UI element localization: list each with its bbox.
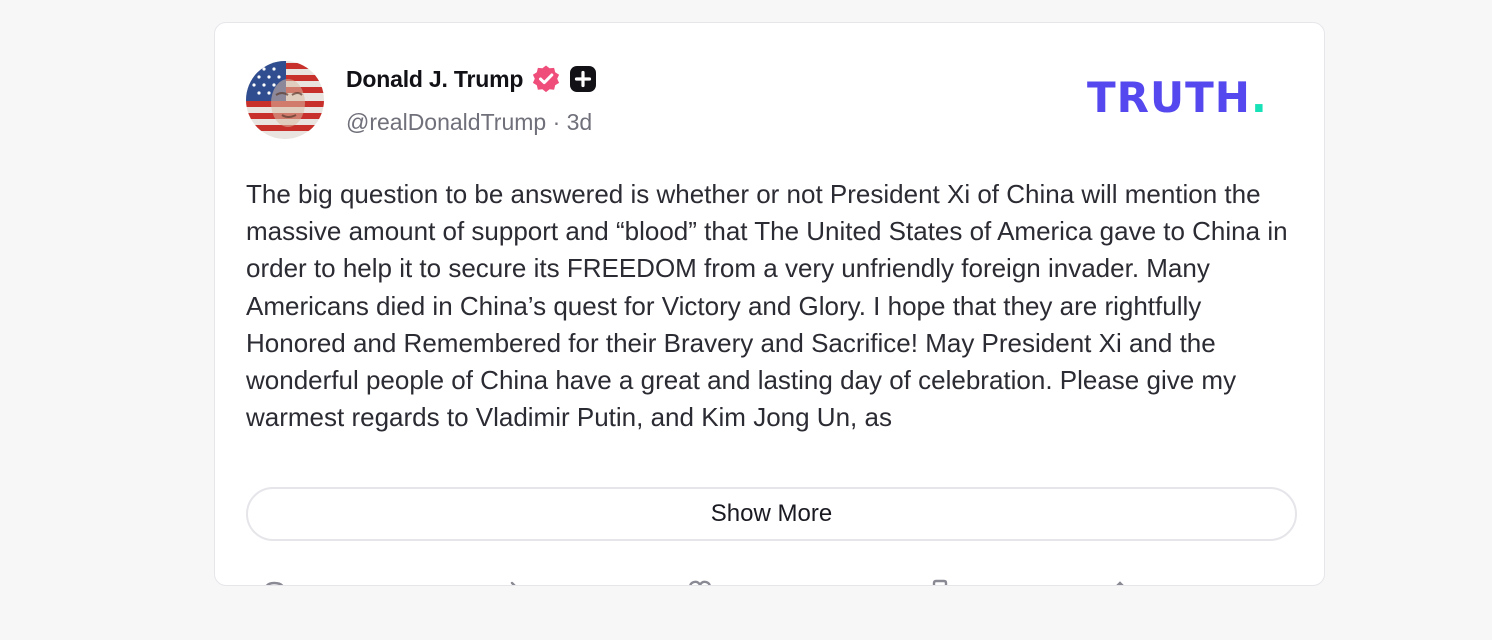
logo-dot: .: [1250, 73, 1268, 122]
plus-badge-icon: [569, 65, 597, 93]
logo-text: TRUTH: [1087, 73, 1251, 122]
author-meta: @realDonaldTrump · 3d: [346, 109, 592, 136]
bookmark-icon[interactable]: [926, 579, 954, 585]
post-action-bar: [246, 579, 1297, 585]
author-display-name[interactable]: Donald J. Trump: [346, 66, 523, 93]
post-card: Donald J. Trump @realDonaldTrump · 3d TR…: [214, 22, 1325, 586]
share-icon[interactable]: [1106, 579, 1134, 585]
verified-badge-icon: [531, 64, 561, 94]
reply-icon[interactable]: [260, 579, 288, 585]
post-timestamp[interactable]: 3d: [567, 109, 593, 135]
truth-logo: TRUTH.: [1087, 77, 1268, 119]
like-icon[interactable]: [686, 579, 714, 585]
author-avatar[interactable]: [246, 61, 324, 139]
retruth-icon[interactable]: [496, 579, 524, 585]
author-handle[interactable]: @realDonaldTrump: [346, 109, 546, 135]
meta-separator: ·: [552, 109, 561, 135]
flag-portrait-avatar-icon: [246, 61, 324, 139]
show-more-button[interactable]: Show More: [246, 487, 1297, 541]
post-body-text: The big question to be answered is wheth…: [246, 179, 1288, 433]
author-name-row: Donald J. Trump: [346, 63, 597, 95]
